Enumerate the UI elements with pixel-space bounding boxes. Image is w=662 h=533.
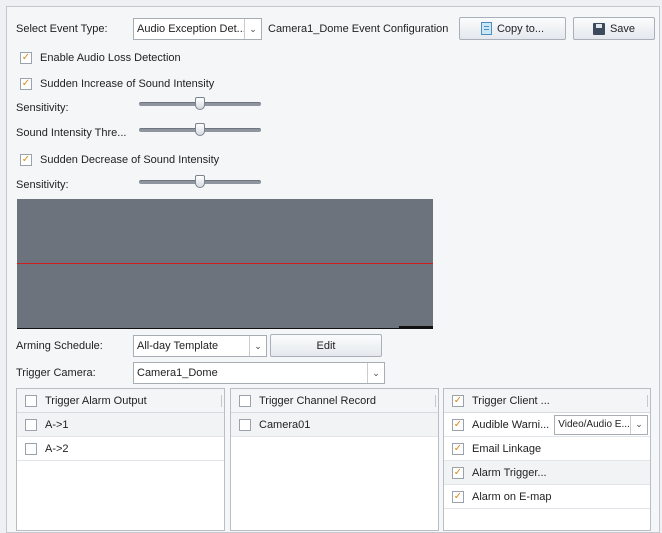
copy-to-button[interactable]: Copy to...	[459, 17, 566, 40]
copy-icon	[480, 22, 492, 35]
sensitivity-label: Sensitivity:	[16, 102, 69, 114]
chevron-down-icon[interactable]: ⌄	[367, 363, 384, 383]
channel-record-panel: Trigger Channel Record Camera01	[230, 388, 439, 531]
threshold-label: Sound Intensity Thre...	[16, 127, 127, 139]
arming-schedule-label: Arming Schedule:	[16, 340, 103, 352]
list-item[interactable]: ✓ Alarm on E-map	[444, 485, 650, 509]
slider-thumb[interactable]	[195, 175, 205, 188]
edit-label: Edit	[316, 339, 336, 352]
list-item[interactable]: ✓ Email Linkage	[444, 437, 650, 461]
trigger-camera-select[interactable]: Camera1_Dome ⌄	[133, 362, 385, 384]
check-icon[interactable]: ✓	[452, 490, 464, 503]
audible-warning-value: Video/Audio E...	[558, 419, 630, 430]
checkbox[interactable]	[25, 394, 37, 407]
audible-warning-select[interactable]: Video/Audio E... ⌄	[554, 414, 648, 435]
sensitivity2-slider[interactable]	[139, 175, 261, 190]
list-item-label: A->2	[45, 442, 69, 455]
slider-thumb[interactable]	[195, 123, 205, 136]
chevron-down-icon[interactable]: ⌄	[630, 415, 647, 434]
check-icon[interactable]: ✓	[452, 466, 464, 479]
audio-waveform-display	[17, 199, 433, 329]
linkage-header[interactable]: ✓ Trigger Client ...	[444, 389, 650, 413]
trigger-camera-value: Camera1_Dome	[137, 367, 218, 379]
list-item-label: Camera01	[259, 418, 311, 431]
audio-loss-checkbox[interactable]: ✓ Enable Audio Loss Detection	[20, 52, 181, 64]
arming-schedule-value: All-day Template	[137, 340, 219, 352]
sudden-decrease-checkbox[interactable]: ✓ Sudden Decrease of Sound Intensity	[20, 154, 219, 166]
check-icon: ✓	[20, 52, 32, 64]
sudden-increase-checkbox[interactable]: ✓ Sudden Increase of Sound Intensity	[20, 78, 214, 90]
trigger-camera-label: Trigger Camera:	[16, 367, 96, 379]
audio-loss-label: Enable Audio Loss Detection	[40, 52, 181, 64]
sensitivity-slider[interactable]	[139, 97, 261, 112]
list-item[interactable]: A->2	[17, 437, 224, 461]
copy-to-label: Copy to...	[496, 22, 545, 35]
check-icon: ✓	[20, 78, 32, 90]
list-item[interactable]: A->1	[17, 413, 224, 437]
list-item[interactable]: ✓ Audible Warni... Video/Audio E... ⌄	[444, 413, 650, 437]
column-divider	[221, 395, 222, 407]
check-icon[interactable]: ✓	[452, 442, 464, 455]
chevron-down-icon[interactable]: ⌄	[244, 19, 261, 39]
event-type-select[interactable]: Audio Exception Det... ⌄	[133, 18, 262, 40]
list-item-label: Email Linkage	[472, 442, 542, 455]
list-item-label: Alarm on E-map	[472, 490, 552, 503]
alarm-output-header[interactable]: Trigger Alarm Output	[17, 389, 224, 413]
checkbox[interactable]	[25, 418, 37, 431]
sensitivity2-label: Sensitivity:	[16, 179, 69, 191]
linkage-panel: ✓ Trigger Client ... ✓ Audible Warni... …	[443, 388, 651, 531]
list-item-label: A->1	[45, 418, 69, 431]
arming-schedule-select[interactable]: All-day Template ⌄	[133, 335, 267, 357]
threshold-slider[interactable]	[139, 123, 261, 138]
save-icon	[592, 22, 605, 35]
list-item[interactable]: Camera01	[231, 413, 438, 437]
save-label: Save	[609, 22, 636, 35]
config-title: Camera1_Dome Event Configuration	[268, 23, 449, 35]
sudden-increase-label: Sudden Increase of Sound Intensity	[40, 78, 215, 90]
checkbox[interactable]	[239, 418, 251, 431]
column-divider	[647, 395, 648, 407]
event-type-value: Audio Exception Det...	[137, 23, 244, 35]
alarm-output-header-label: Trigger Alarm Output	[45, 394, 147, 407]
list-item[interactable]: ✓ Alarm Trigger...	[444, 461, 650, 485]
sudden-decrease-label: Sudden Decrease of Sound Intensity	[40, 154, 220, 166]
edit-schedule-button[interactable]: Edit	[270, 334, 382, 357]
alarm-output-panel: Trigger Alarm Output A->1 A->2	[16, 388, 225, 531]
waveform-marker	[399, 326, 433, 328]
check-icon[interactable]: ✓	[452, 394, 464, 407]
checkbox[interactable]	[239, 394, 251, 407]
checkbox[interactable]	[25, 442, 37, 455]
check-icon[interactable]: ✓	[452, 418, 464, 431]
event-type-label: Select Event Type:	[16, 23, 108, 35]
chevron-down-icon[interactable]: ⌄	[249, 336, 266, 356]
channel-record-header[interactable]: Trigger Channel Record	[231, 389, 438, 413]
list-item-label: Audible Warni...	[472, 418, 550, 431]
linkage-header-label: Trigger Client ...	[472, 394, 550, 407]
column-divider	[435, 395, 436, 407]
channel-record-header-label: Trigger Channel Record	[259, 394, 376, 407]
slider-thumb[interactable]	[195, 97, 205, 110]
save-button[interactable]: Save	[573, 17, 655, 40]
list-item-label: Alarm Trigger...	[472, 466, 547, 479]
check-icon: ✓	[20, 154, 32, 166]
threshold-line	[17, 263, 433, 264]
